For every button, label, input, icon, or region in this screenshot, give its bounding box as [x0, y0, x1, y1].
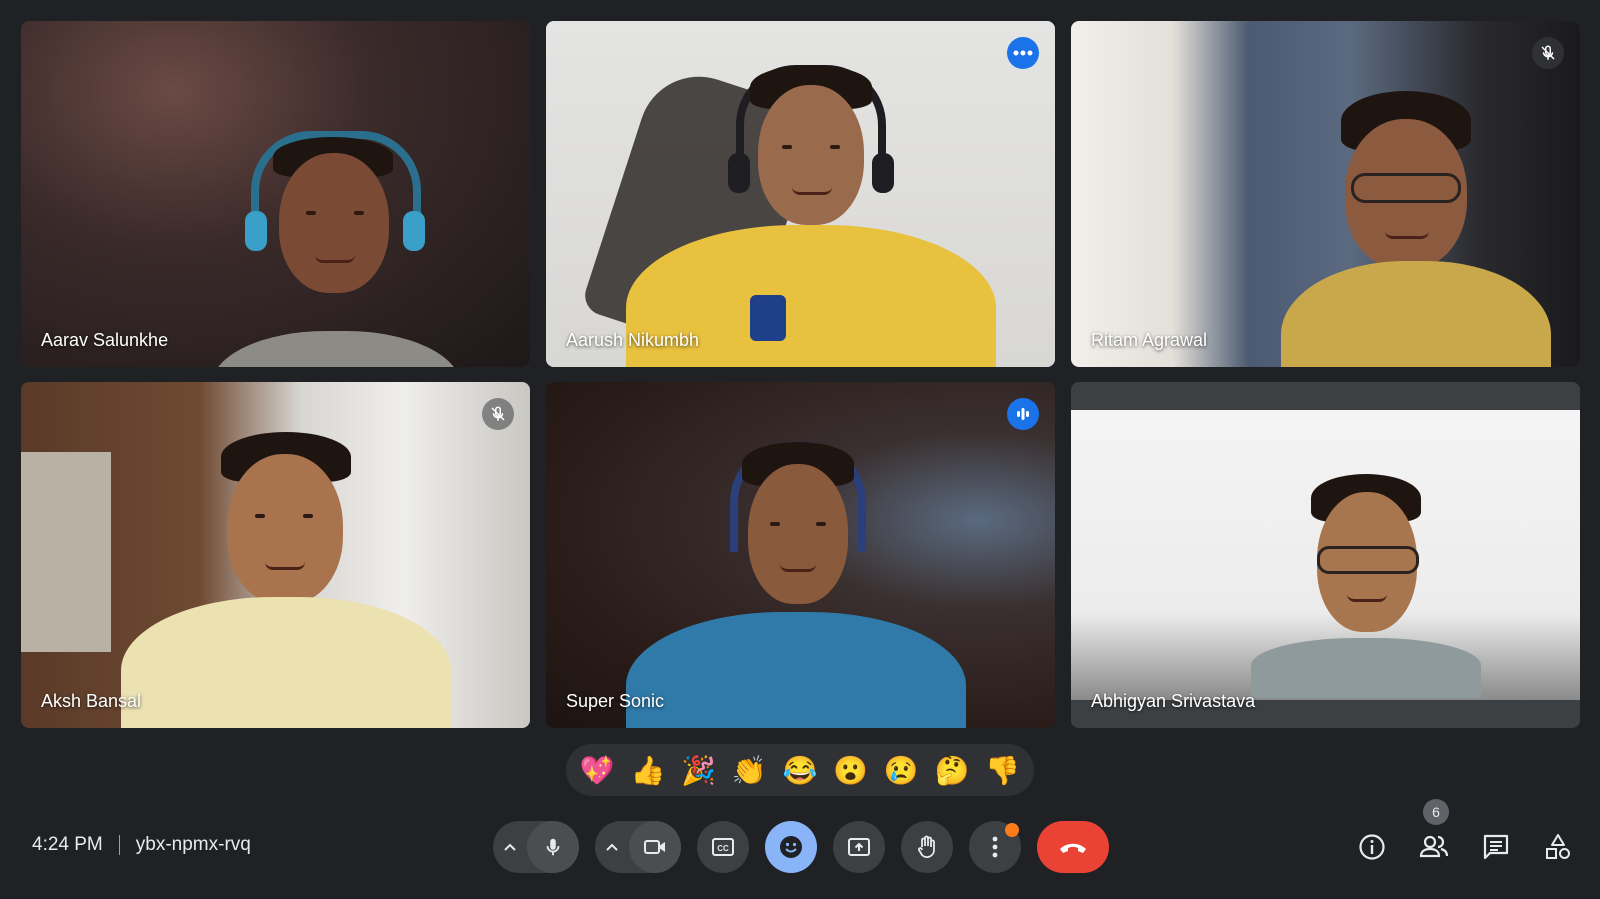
- reaction-surprised[interactable]: 😮: [829, 748, 873, 792]
- participant-name: Abhigyan Srivastava: [1091, 691, 1256, 711]
- notification-dot: [1005, 823, 1019, 837]
- camera-button[interactable]: [629, 821, 681, 873]
- participant-tile[interactable]: Ritam Agrawal: [1071, 21, 1580, 367]
- captions-button[interactable]: CC: [697, 821, 749, 873]
- more-options-icon[interactable]: [1007, 37, 1039, 69]
- present-screen-button[interactable]: [833, 821, 885, 873]
- microphone-button[interactable]: [527, 821, 579, 873]
- reaction-clap[interactable]: 👏: [727, 748, 771, 792]
- call-controls-bar: 4:24 PM ybx-npmx-rvq CC 6: [0, 799, 1600, 884]
- participant-tile[interactable]: Super Sonic: [546, 382, 1055, 728]
- reactions-bar: 💖 👍 🎉 👏 😂 😮 😢 🤔 👎: [566, 744, 1034, 796]
- microphone-icon: [546, 838, 560, 856]
- video-feed: [21, 21, 530, 367]
- present-screen-icon: [848, 838, 870, 856]
- current-time: 4:24 PM: [32, 834, 103, 855]
- video-feed: [21, 382, 530, 728]
- participant-tile[interactable]: Abhigyan Srivastava: [1071, 382, 1580, 728]
- raise-hand-button[interactable]: [901, 821, 953, 873]
- participant-tile[interactable]: Aksh Bansal: [21, 382, 530, 728]
- participant-name: Aarav Salunkhe: [41, 330, 169, 350]
- svg-text:CC: CC: [717, 844, 729, 853]
- chat-icon: [1483, 834, 1509, 860]
- more-options-button[interactable]: [969, 821, 1021, 873]
- activities-shapes-icon: [1546, 834, 1570, 859]
- raise-hand-icon: [918, 835, 935, 858]
- participant-name: Ritam Agrawal: [1091, 330, 1208, 350]
- video-grid: Aarav Salunkhe Aarush Nikumbh Ritam Agra…: [21, 21, 1581, 728]
- people-icon: [1419, 835, 1449, 858]
- reaction-heart[interactable]: 💖: [575, 748, 619, 792]
- right-controls: 6: [1346, 799, 1594, 873]
- video-feed: [1071, 21, 1580, 367]
- info-icon: [1359, 834, 1385, 860]
- divider: [118, 835, 120, 855]
- reactions-button[interactable]: [765, 821, 817, 873]
- center-controls: CC: [493, 821, 1109, 873]
- audio-group: [493, 821, 579, 873]
- leave-call-button[interactable]: [1037, 821, 1109, 873]
- more-vert-icon: [992, 836, 998, 858]
- video-feed: [1071, 382, 1580, 728]
- video-feed: [546, 382, 1055, 728]
- emoji-smile-icon: [780, 836, 802, 858]
- video-feed: [546, 21, 1055, 367]
- mic-off-icon: [482, 398, 514, 430]
- meeting-info: 4:24 PM ybx-npmx-rvq: [32, 834, 251, 856]
- meeting-details-button[interactable]: [1346, 821, 1398, 873]
- activities-button[interactable]: [1532, 821, 1584, 873]
- participant-name: Super Sonic: [566, 691, 665, 711]
- audio-settings-chevron-icon[interactable]: [493, 821, 527, 873]
- people-button[interactable]: 6: [1408, 799, 1460, 873]
- reaction-thumbs-down[interactable]: 👎: [981, 748, 1025, 792]
- reaction-laugh[interactable]: 😂: [778, 748, 822, 792]
- meeting-code: ybx-npmx-rvq: [135, 834, 251, 855]
- camera-icon: [644, 840, 665, 854]
- participant-name: Aarush Nikumbh: [566, 330, 700, 350]
- video-settings-chevron-icon[interactable]: [595, 821, 629, 873]
- reaction-sad[interactable]: 😢: [879, 748, 923, 792]
- reaction-party-popper[interactable]: 🎉: [677, 748, 721, 792]
- end-call-icon: [1060, 843, 1086, 853]
- reaction-thinking[interactable]: 🤔: [930, 748, 974, 792]
- mic-off-icon: [1532, 37, 1564, 69]
- closed-captions-icon: CC: [712, 838, 734, 856]
- speaking-indicator-icon: [1007, 398, 1039, 430]
- chat-button[interactable]: [1470, 821, 1522, 873]
- participant-tile[interactable]: Aarav Salunkhe: [21, 21, 530, 367]
- reaction-thumbs-up[interactable]: 👍: [626, 748, 670, 792]
- participant-tile-pinned[interactable]: Aarush Nikumbh: [546, 21, 1055, 367]
- people-count-badge: 6: [1423, 799, 1449, 825]
- participant-name: Aksh Bansal: [41, 691, 142, 711]
- video-group: [595, 821, 681, 873]
